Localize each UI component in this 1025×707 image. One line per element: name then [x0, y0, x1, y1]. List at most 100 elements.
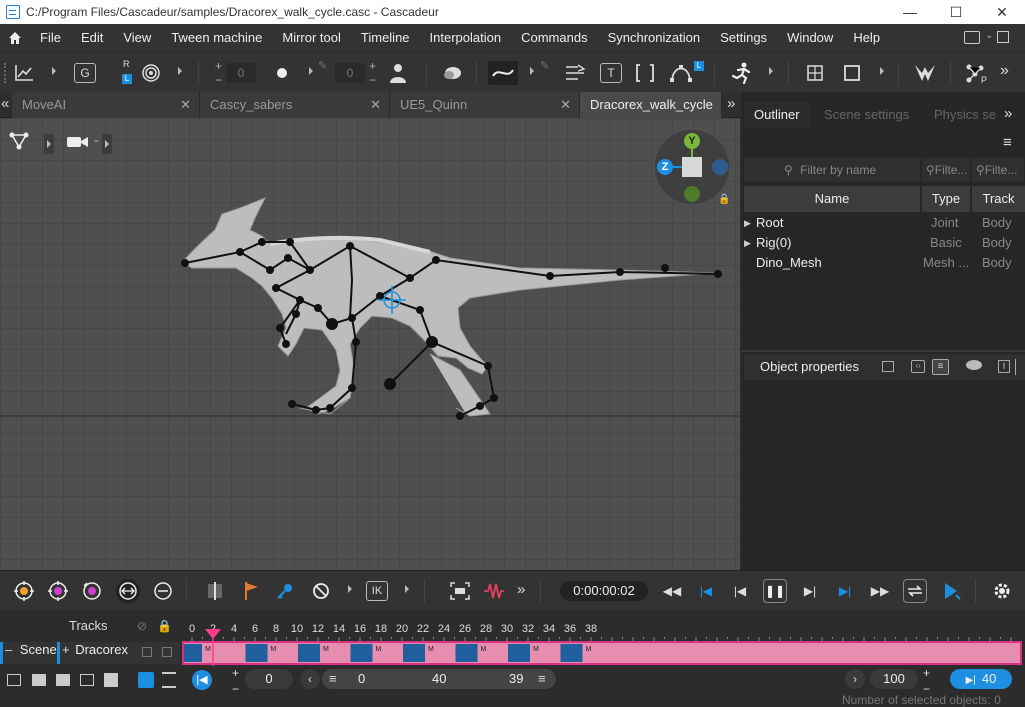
- eraser-icon[interactable]: [440, 61, 464, 85]
- menu-interpolation[interactable]: Interpolation: [420, 24, 512, 52]
- prev-frame-icon[interactable]: |◀: [728, 579, 752, 603]
- maximize-button[interactable]: ☐: [933, 0, 979, 24]
- text-tool-button[interactable]: T: [600, 63, 622, 83]
- target-yellow-icon[interactable]: [12, 579, 36, 603]
- properties-view-icon[interactable]: [882, 361, 894, 372]
- menu-tween-machine[interactable]: Tween machine: [161, 24, 272, 52]
- global-mode-button[interactable]: G: [74, 63, 96, 83]
- properties-code-icon[interactable]: ‹›: [911, 360, 925, 373]
- scene-track[interactable]: – Scene: [0, 642, 57, 664]
- decrement-b-icon[interactable]: −: [369, 73, 376, 87]
- node-tool-dropdown[interactable]: [44, 134, 54, 154]
- next-frame-icon[interactable]: ▶|: [798, 579, 822, 603]
- track-visibility-checkbox[interactable]: [142, 647, 152, 657]
- gizmo-neg-z-axis[interactable]: [712, 159, 728, 175]
- timeline-area[interactable]: 02468101214161820222426283032343638MMMMM…: [181, 610, 1025, 666]
- menu-edit[interactable]: Edit: [71, 24, 113, 52]
- keyframe[interactable]: [560, 644, 583, 662]
- add-track-icon[interactable]: [7, 674, 21, 686]
- increment-icon[interactable]: +: [215, 59, 222, 73]
- 3d-viewport[interactable]: ⌄ Y Z 🔒: [0, 118, 740, 570]
- camera-icon[interactable]: [66, 134, 90, 152]
- start-increment-icon[interactable]: +: [232, 666, 239, 680]
- properties-info-icon[interactable]: I: [998, 360, 1010, 373]
- menu-timeline[interactable]: Timeline: [351, 24, 420, 52]
- gizmo-z-axis[interactable]: Z: [657, 159, 673, 175]
- range-menu-right-icon[interactable]: ≡: [538, 669, 546, 689]
- dracorex-expand-icon[interactable]: +: [62, 642, 70, 657]
- menu-help[interactable]: Help: [843, 24, 890, 52]
- gizmo-neg-y-axis[interactable]: [684, 186, 700, 202]
- split-keyframe-icon[interactable]: [203, 579, 227, 603]
- lock-view-icon[interactable]: 🔒: [718, 194, 730, 205]
- curve-pin-icon[interactable]: ✎: [540, 59, 549, 72]
- running-man-icon[interactable]: [728, 61, 754, 85]
- zoom-increment-icon[interactable]: +: [923, 666, 930, 680]
- expand-arrow-icon[interactable]: ▶: [744, 213, 751, 233]
- orientation-gizmo[interactable]: Y Z: [655, 130, 729, 204]
- frame-select-icon[interactable]: [803, 61, 827, 85]
- playback-more-button[interactable]: »: [517, 581, 525, 598]
- tab-moveai[interactable]: MoveAI ✕: [12, 92, 200, 118]
- tab-outliner[interactable]: Outliner: [744, 102, 810, 128]
- close-tab-icon[interactable]: ✕: [370, 92, 381, 118]
- rect-select-icon[interactable]: [840, 61, 864, 85]
- keyframe[interactable]: [350, 644, 373, 662]
- properties-extra-icon[interactable]: [1015, 359, 1025, 375]
- tab-dracorex-walk-cycle[interactable]: Dracorex_walk_cycle: [580, 92, 722, 118]
- character-icon[interactable]: [386, 61, 410, 85]
- disable-arrow-icon[interactable]: [348, 585, 352, 593]
- flag-icon[interactable]: [240, 579, 264, 603]
- dot-tool-arrow-icon[interactable]: [309, 67, 313, 75]
- graph-tool-arrow-icon[interactable]: [52, 67, 56, 75]
- cycle-icon[interactable]: [151, 579, 175, 603]
- increment-b-icon[interactable]: +: [369, 59, 376, 73]
- prev-key-icon[interactable]: |◀: [694, 579, 718, 603]
- tabs-scroll-right-button[interactable]: »: [727, 95, 735, 112]
- go-end-icon[interactable]: ▶|: [966, 675, 976, 686]
- column-type-header[interactable]: Type: [922, 186, 970, 212]
- tab-physics-settings[interactable]: Physics se: [924, 102, 1006, 128]
- node-tool-icon[interactable]: [8, 130, 32, 154]
- time-display[interactable]: 0:00:00:02: [560, 581, 648, 601]
- range-slider[interactable]: ≡ 0 40 39 ≡: [322, 669, 556, 689]
- dinosaur-mesh[interactable]: [181, 197, 719, 417]
- keyframe-shuffle-icon[interactable]: [562, 61, 588, 85]
- tab-cascy-sabers[interactable]: Cascy_sabers ✕: [200, 92, 390, 118]
- menu-commands[interactable]: Commands: [511, 24, 597, 52]
- pause-button[interactable]: ❚❚: [763, 579, 787, 603]
- cascadeur-logo-icon[interactable]: [912, 61, 938, 85]
- select-arrow-icon[interactable]: [880, 67, 884, 75]
- value-b-field[interactable]: 0: [335, 63, 365, 83]
- key-icon[interactable]: [273, 579, 297, 603]
- graph-tool-icon[interactable]: [12, 61, 36, 85]
- disable-icon[interactable]: [309, 579, 333, 603]
- properties-list-icon[interactable]: ≡: [932, 359, 949, 375]
- menu-view[interactable]: View: [113, 24, 161, 52]
- start-decrement-icon[interactable]: −: [232, 682, 239, 696]
- keyframe[interactable]: [403, 644, 425, 662]
- close-tab-icon[interactable]: ✕: [560, 92, 571, 118]
- download-icon[interactable]: [104, 673, 118, 687]
- pin-icon[interactable]: ✎: [318, 59, 327, 72]
- filter-type-input[interactable]: ⚲Filte...: [922, 158, 970, 182]
- value-a-field[interactable]: 0: [226, 63, 256, 83]
- track-lock-checkbox[interactable]: [162, 647, 172, 657]
- ik-button[interactable]: IK: [366, 581, 388, 601]
- filter-name-input[interactable]: ⚲ Filter by name: [744, 158, 920, 182]
- timeline-graph[interactable]: 02468101214161820222426283032343638MMMMM…: [181, 610, 1025, 666]
- target-magenta-icon[interactable]: [46, 579, 70, 603]
- menu-window[interactable]: Window: [777, 24, 843, 52]
- keyframe[interactable]: [184, 644, 202, 662]
- loop-button[interactable]: [903, 579, 927, 603]
- bezier-tool-icon[interactable]: [668, 61, 694, 85]
- dracorex-track[interactable]: + Dracorex: [57, 642, 180, 664]
- toolbar-more-button[interactable]: »: [1000, 62, 1009, 80]
- lock-tracks-icon[interactable]: 🔒: [157, 619, 172, 633]
- hide-tracks-icon[interactable]: ⊘: [137, 619, 147, 633]
- playhead-handle[interactable]: [205, 629, 221, 639]
- zoom-field[interactable]: 100: [870, 669, 918, 689]
- range-next-icon[interactable]: ›: [845, 669, 865, 689]
- menu-settings[interactable]: Settings: [710, 24, 777, 52]
- scene-collapse-icon[interactable]: –: [5, 642, 12, 657]
